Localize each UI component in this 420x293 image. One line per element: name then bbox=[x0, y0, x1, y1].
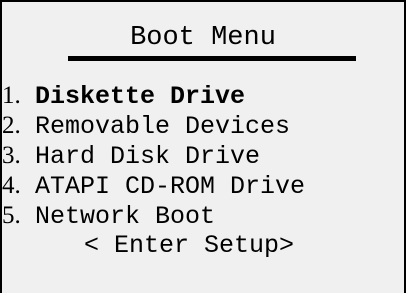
boot-option-number: 5. bbox=[2, 202, 21, 229]
boot-option-number: 4. bbox=[2, 172, 21, 199]
boot-option-number: 2. bbox=[2, 112, 21, 139]
boot-option-label: Network Boot bbox=[35, 202, 216, 231]
boot-option-number: 1. bbox=[2, 82, 21, 109]
boot-option-network-boot[interactable]: 5. Network Boot bbox=[2, 201, 305, 231]
boot-option-label: Hard Disk Drive bbox=[35, 142, 261, 171]
title-underline bbox=[68, 56, 356, 61]
boot-option-label: Removable Devices bbox=[35, 112, 291, 141]
boot-option-hard-disk-drive[interactable]: 3. Hard Disk Drive bbox=[2, 141, 305, 171]
boot-option-label: ATAPI CD-ROM Drive bbox=[35, 172, 306, 201]
boot-option-diskette-drive[interactable]: 1. Diskette Drive bbox=[2, 81, 305, 111]
boot-option-number: 3. bbox=[2, 142, 21, 169]
boot-device-list: 1. Diskette Drive 2. Removable Devices 3. H… bbox=[2, 81, 305, 231]
boot-option-removable-devices[interactable]: 2. Removable Devices bbox=[2, 111, 305, 141]
boot-option-label: Diskette Drive bbox=[35, 82, 246, 111]
boot-menu-title: Boot Menu bbox=[130, 23, 276, 53]
boot-option-atapi-cd-rom-drive[interactable]: 4. ATAPI CD-ROM Drive bbox=[2, 171, 305, 201]
boot-menu-panel: Boot Menu 1. Diskette Drive 2. Removable D… bbox=[0, 0, 406, 293]
enter-setup-option[interactable]: < Enter Setup> bbox=[84, 231, 294, 261]
